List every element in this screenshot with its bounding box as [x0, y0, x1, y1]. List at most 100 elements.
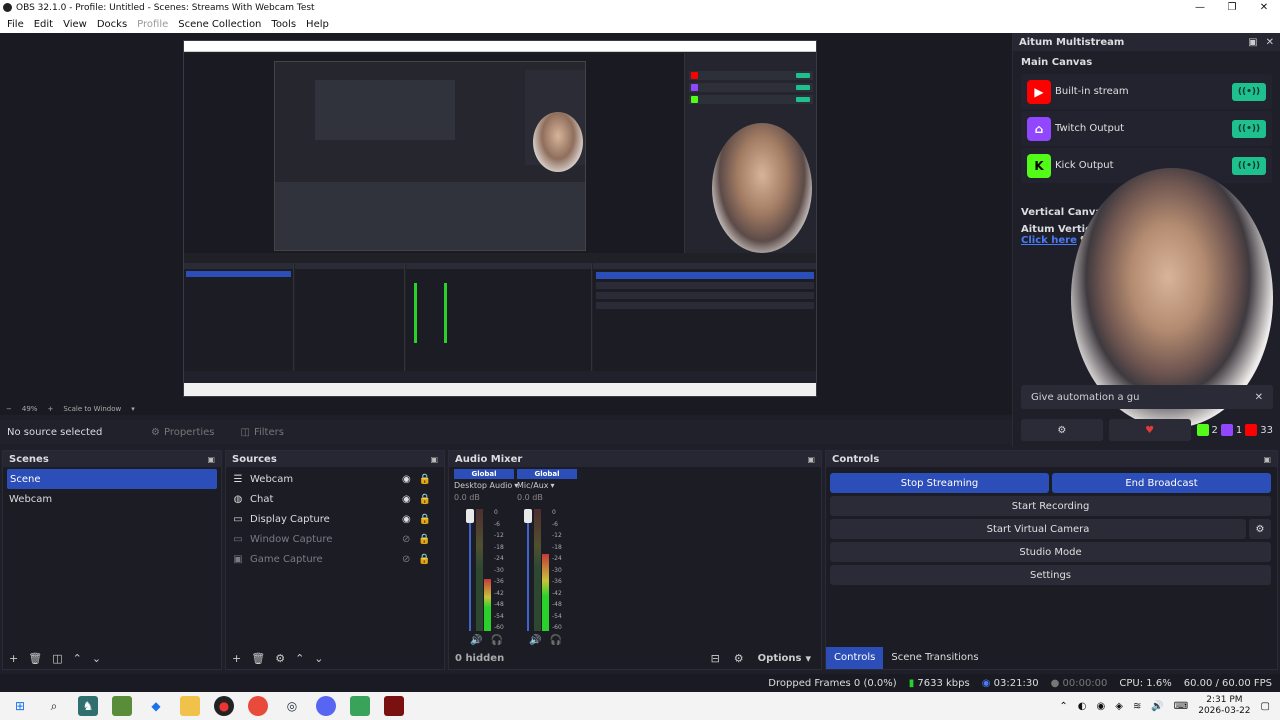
trash-icon[interactable]: 🗑 [28, 652, 42, 665]
move-down-icon[interactable]: ⌄ [92, 652, 101, 665]
properties-button[interactable]: ⚙ Properties [145, 424, 221, 441]
start-virtual-camera-button[interactable]: Start Virtual Camera [830, 519, 1246, 539]
gear-icon[interactable]: ⚙ [275, 652, 285, 665]
close-window-button[interactable]: ✕ [1248, 0, 1280, 15]
output-toggle-button[interactable]: ((•)) [1232, 119, 1266, 138]
source-item[interactable]: ▣ Game Capture ⊘ 🔒 [226, 549, 444, 569]
chevron-down-icon[interactable]: ▾ [551, 481, 555, 490]
folder-icon[interactable] [180, 696, 200, 716]
menu-file[interactable]: File [2, 19, 29, 30]
mixer-settings-icon[interactable]: ⚙ [734, 652, 744, 665]
windows-start-icon[interactable]: ⊞ [10, 696, 30, 716]
move-up-icon[interactable]: ⌃ [73, 652, 82, 665]
eye-hidden-icon[interactable]: ⊘ [402, 554, 410, 565]
tab-controls[interactable]: Controls [826, 647, 884, 669]
maximize-button[interactable]: ❐ [1216, 0, 1248, 15]
tray-icon[interactable]: ◈ [1115, 701, 1123, 712]
eye-icon[interactable]: ◉ [402, 474, 411, 485]
vscode-icon[interactable]: ◆ [146, 696, 166, 716]
tab-scene-transitions[interactable]: Scene Transitions [883, 647, 986, 669]
speaker-icon[interactable]: 🔊 [1151, 701, 1163, 712]
menu-edit[interactable]: Edit [29, 19, 58, 30]
scene-item[interactable]: Webcam [3, 489, 221, 509]
search-icon[interactable]: ⌕ [44, 696, 64, 716]
zoom-out-button[interactable]: − [6, 405, 12, 413]
headphones-icon[interactable]: 🎧 [490, 635, 502, 646]
menu-scene-collection[interactable]: Scene Collection [173, 19, 266, 30]
eye-icon[interactable]: ◉ [402, 494, 411, 505]
stop-streaming-button[interactable]: Stop Streaming [830, 473, 1049, 493]
eye-icon[interactable]: ◉ [402, 514, 411, 525]
app-icon[interactable] [384, 696, 404, 716]
source-item[interactable]: ☰ Webcam ◉ 🔒 [226, 469, 444, 489]
source-item[interactable]: ▭ Display Capture ◉ 🔒 [226, 509, 444, 529]
fader-handle[interactable] [466, 509, 474, 523]
notification-icon[interactable]: ▢ [1261, 701, 1270, 712]
discord-icon[interactable] [316, 696, 336, 716]
wifi-icon[interactable]: ≋ [1133, 701, 1141, 712]
chrome-icon[interactable] [248, 696, 268, 716]
fader-handle[interactable] [524, 509, 532, 523]
move-down-icon[interactable]: ⌄ [314, 652, 323, 665]
heart-button[interactable]: ♥ [1108, 419, 1191, 441]
menu-docks[interactable]: Docks [92, 19, 132, 30]
zoom-mode[interactable]: Scale to Window [63, 405, 121, 413]
app-icon[interactable] [350, 696, 370, 716]
float-dock-icon[interactable]: ▣ [807, 455, 815, 464]
headphones-icon[interactable]: 🎧 [549, 635, 561, 646]
lock-icon[interactable]: 🔒 [418, 534, 430, 545]
source-item[interactable]: ▭ Window Capture ⊘ 🔒 [226, 529, 444, 549]
settings-button[interactable]: Settings [830, 565, 1271, 585]
start-recording-button[interactable]: Start Recording [830, 496, 1271, 516]
float-dock-icon[interactable]: ▣ [207, 455, 215, 464]
menu-profile[interactable]: Profile [132, 19, 173, 30]
clock[interactable]: 2:31 PM 2026-03-22 [1198, 695, 1250, 717]
output-toggle-button[interactable]: ((•)) [1232, 82, 1266, 101]
add-icon[interactable]: + [9, 652, 18, 665]
scene-item[interactable]: Scene [7, 469, 217, 489]
speaker-icon[interactable]: 🔊 [529, 635, 541, 646]
studio-mode-button[interactable]: Studio Mode [830, 542, 1271, 562]
options-button[interactable]: Options [758, 653, 802, 664]
click-here-link[interactable]: Click here [1021, 235, 1077, 246]
network-icon[interactable]: ⌨ [1174, 701, 1188, 712]
layout-icon[interactable]: ⊟ [711, 652, 720, 665]
zoom-in-button[interactable]: + [47, 405, 53, 413]
close-dock-icon[interactable]: ✕ [1266, 37, 1274, 48]
float-dock-icon[interactable]: ▣ [1263, 455, 1271, 464]
settings-gear-button[interactable]: ⚙ [1021, 419, 1103, 441]
chevron-down-icon[interactable]: ▾ [805, 652, 811, 665]
move-up-icon[interactable]: ⌃ [295, 652, 304, 665]
menu-view[interactable]: View [58, 19, 92, 30]
close-icon[interactable]: ✕ [1255, 392, 1263, 403]
lock-icon[interactable]: 🔒 [419, 494, 431, 505]
lock-icon[interactable]: 🔒 [419, 514, 431, 525]
hidden-count[interactable]: 0 hidden [455, 653, 504, 664]
filters-button[interactable]: ◫ Filters [235, 424, 290, 441]
tray-icon[interactable]: ◐ [1078, 701, 1087, 712]
tray-icon[interactable]: ◉ [1097, 701, 1106, 712]
float-dock-icon[interactable]: ▣ [430, 455, 438, 464]
steam-icon[interactable]: ◎ [282, 696, 302, 716]
filter-icon[interactable]: ◫ [52, 652, 62, 665]
add-icon[interactable]: + [232, 652, 241, 665]
minecraft-icon[interactable] [112, 696, 132, 716]
automation-banner[interactable]: Give automation a gu ✕ [1021, 385, 1273, 409]
source-item[interactable]: ◍ Chat ◉ 🔒 [226, 489, 444, 509]
trash-icon[interactable]: 🗑 [251, 652, 265, 665]
eye-hidden-icon[interactable]: ⊘ [402, 534, 410, 545]
lock-icon[interactable]: 🔒 [419, 474, 431, 485]
output-toggle-button[interactable]: ((•)) [1232, 156, 1266, 175]
obs-icon[interactable]: ● [214, 696, 234, 716]
minimize-button[interactable]: — [1184, 0, 1216, 15]
volume-fader[interactable] [469, 509, 471, 631]
float-dock-icon[interactable]: ▣ [1248, 37, 1257, 48]
menu-tools[interactable]: Tools [266, 19, 301, 30]
app-icon[interactable]: ♞ [78, 696, 98, 716]
menu-help[interactable]: Help [301, 19, 334, 30]
lock-icon[interactable]: 🔒 [418, 554, 430, 565]
chevron-up-icon[interactable]: ⌃ [1059, 701, 1067, 712]
volume-fader[interactable] [527, 509, 529, 631]
chevron-down-icon[interactable]: ▾ [131, 405, 135, 413]
virtual-camera-gear-icon[interactable]: ⚙ [1249, 519, 1271, 539]
